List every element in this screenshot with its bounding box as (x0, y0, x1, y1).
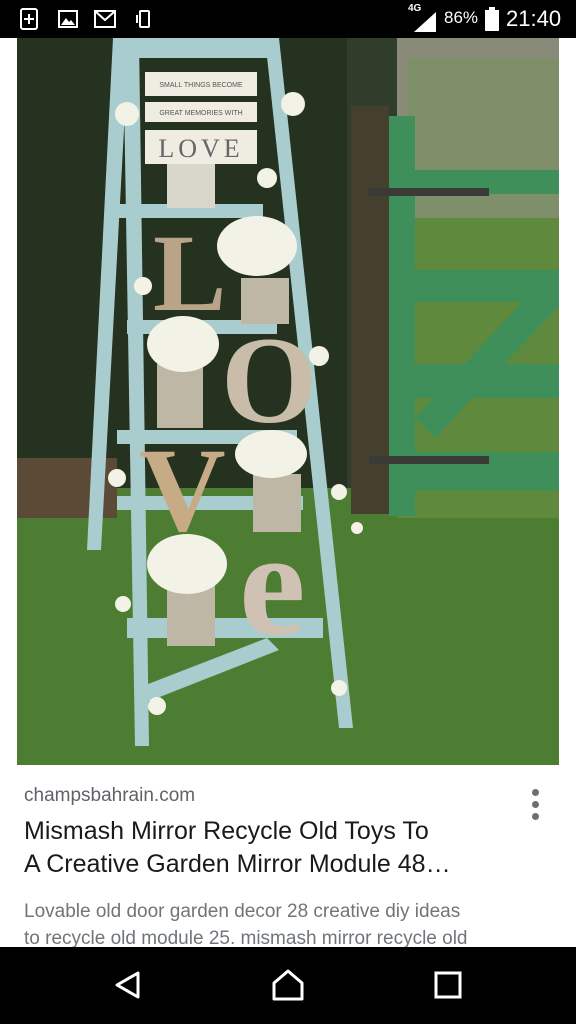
back-icon[interactable] (108, 965, 148, 1005)
result-card[interactable]: champsbahrain.com Mismash Mirror Recycle… (0, 765, 576, 947)
letter-v: V (139, 423, 226, 556)
sign-line-2: GREAT MEMORIES WITH (159, 110, 242, 117)
home-icon[interactable] (268, 965, 308, 1005)
letter-o: O (221, 312, 317, 449)
result-description: Lovable old door garden decor 28 creativ… (24, 898, 564, 947)
mail-icon (94, 10, 116, 28)
battery-percent: 86% (444, 8, 479, 27)
letter-l: L (153, 212, 226, 334)
image-icon (58, 10, 78, 28)
letter-e: e (239, 501, 306, 667)
description-line-1: Lovable old door garden decor 28 creativ… (24, 901, 461, 922)
description-line-2: to recycle old module 25. mismash mirror… (24, 928, 468, 947)
result-title[interactable]: Mismash Mirror Recycle Old Toys To A Cre… (24, 815, 524, 881)
status-bar: 4G 86% 21:40 (0, 0, 576, 38)
signal-icon (414, 12, 436, 32)
navigation-bar (0, 947, 576, 1024)
battery-icon (485, 7, 499, 31)
result-image[interactable]: SMALL THINGS BECOME GREAT MEMORIES WITH … (17, 38, 559, 765)
title-line-2: A Creative Garden Mirror Module 48… (24, 850, 451, 878)
more-options-icon[interactable] (526, 787, 546, 827)
recents-icon[interactable] (428, 965, 468, 1005)
sign-line-1: SMALL THINGS BECOME (159, 82, 243, 89)
garden-photo: SMALL THINGS BECOME GREAT MEMORIES WITH … (17, 38, 559, 765)
clock: 21:40 (506, 6, 562, 31)
phone-vibrate-icon (136, 10, 150, 28)
add-box-icon (20, 8, 38, 30)
sign-love: LOVE (158, 134, 243, 163)
source-domain[interactable]: champsbahrain.com (24, 785, 195, 807)
title-line-1: Mismash Mirror Recycle Old Toys To (24, 817, 429, 845)
